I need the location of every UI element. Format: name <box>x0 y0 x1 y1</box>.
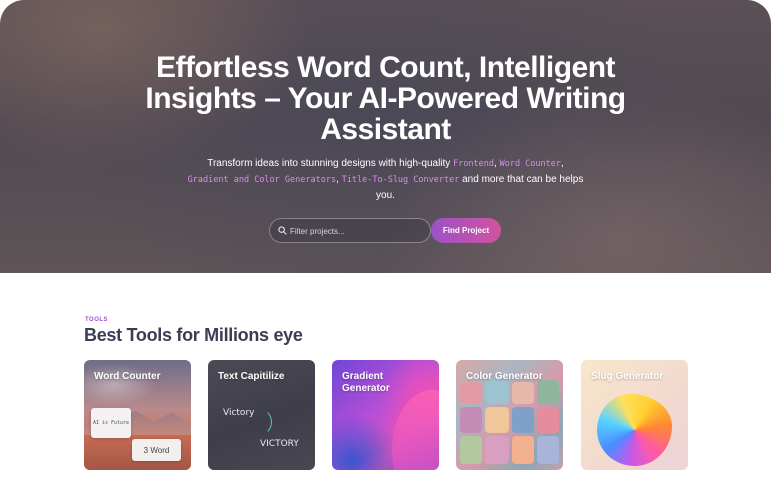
tool-card-word-counter[interactable]: Word Counter AI is Future 3 Word <box>84 360 191 470</box>
card-title: Gradient Generator <box>342 371 390 394</box>
card-illustration <box>537 436 559 464</box>
card-illustration <box>485 436 509 464</box>
card-illustration <box>485 380 509 404</box>
subtitle-code-slug-converter: Title-To-Slug Converter <box>341 175 460 185</box>
section-tag: TOOLS <box>85 317 109 323</box>
card-title: Text Capitilize <box>218 371 285 382</box>
card-illustration <box>460 407 482 433</box>
hero-subtitle: Transform ideas into stunning designs wi… <box>180 156 591 203</box>
card-word-count: 3 Word <box>132 439 181 461</box>
subtitle-code-generators: Gradient and Color Generators <box>187 175 337 185</box>
card-illustration <box>485 407 509 433</box>
card-title: Color Generator <box>466 371 543 382</box>
tool-card-text-capitalize[interactable]: Text Capitilize Victory VICTORY <box>208 360 315 470</box>
search-box <box>269 218 431 243</box>
card-illustration <box>512 407 534 433</box>
card-illustration <box>512 382 534 404</box>
search-icon <box>278 226 287 235</box>
find-project-button[interactable]: Find Project <box>431 218 501 243</box>
card-illustration <box>597 394 672 466</box>
tool-card-gradient-generator[interactable]: Gradient Generator <box>332 360 439 470</box>
card-illustration <box>512 436 534 464</box>
section-title: Best Tools for Millions eye <box>84 325 303 345</box>
card-title: Word Counter <box>94 371 161 382</box>
card-sample-text: AI is Future <box>91 408 131 438</box>
card-illustration <box>392 390 439 470</box>
tool-card-slug-generator[interactable]: Slug Generator <box>581 360 688 470</box>
card-illustration <box>537 380 559 404</box>
card-illustration <box>460 382 482 404</box>
hero-title: Effortless Word Count, Intelligent Insig… <box>145 51 626 146</box>
tool-card-color-generator[interactable]: Color Generator <box>456 360 563 470</box>
subtitle-code-frontend: Frontend <box>453 159 495 169</box>
subtitle-text: Transform ideas into stunning designs wi… <box>207 158 454 169</box>
card-sample-word-upper: VICTORY <box>260 439 299 449</box>
hero-banner: Effortless Word Count, Intelligent Insig… <box>0 0 771 273</box>
card-illustration <box>537 407 559 433</box>
subtitle-separator: , <box>561 158 564 169</box>
card-illustration <box>460 436 482 464</box>
card-sample-word: Victory <box>223 408 255 418</box>
card-title: Slug Generator <box>591 371 664 382</box>
search-input[interactable] <box>290 222 426 240</box>
subtitle-code-word-counter: Word Counter <box>499 159 562 169</box>
